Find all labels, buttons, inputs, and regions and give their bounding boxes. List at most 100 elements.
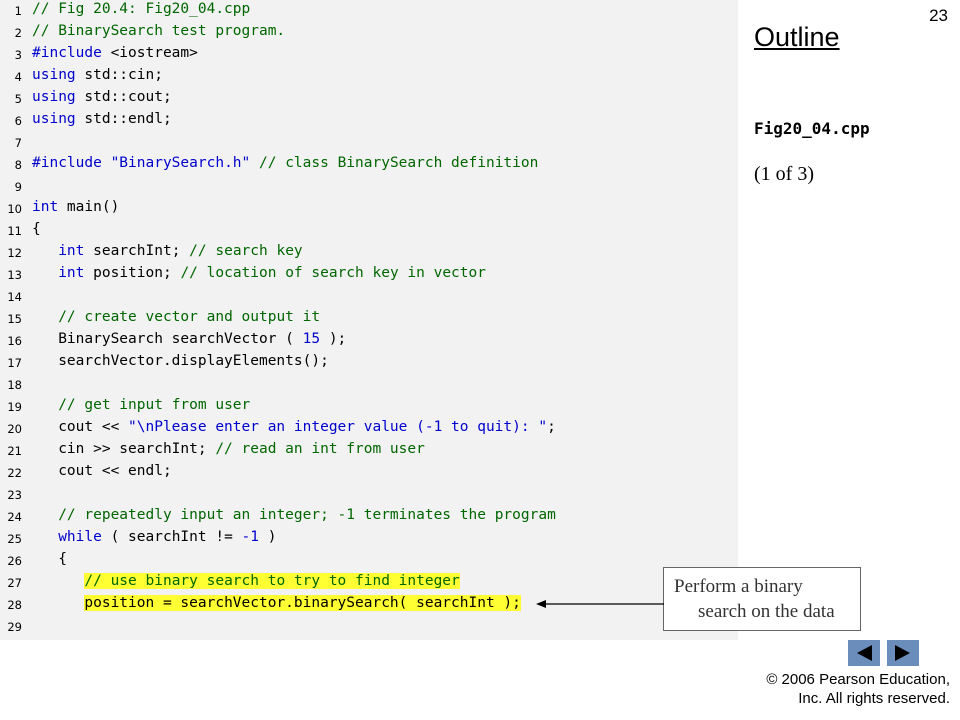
line-number: 7 [14,136,22,150]
code-line: 29 [0,616,738,638]
line-number: 28 [7,598,22,612]
code-token: // use binary search to try to find inte… [84,573,460,589]
copyright-line2: Inc. All rights reserved. [798,690,950,707]
line-number: 10 [7,202,22,216]
code-line: 21 cin >> searchInt; // read an int from… [0,440,738,462]
code-text: // repeatedly input an integer; -1 termi… [32,507,556,523]
code-text: #include "BinarySearch.h" // class Binar… [32,155,538,171]
code-line: 20 cout << "\nPlease enter an integer va… [0,418,738,440]
line-number: 29 [7,620,22,634]
code-token: #include [32,45,102,61]
code-token: // repeatedly input an integer; -1 termi… [58,507,556,523]
callout-text-line2: search on the data [698,601,835,622]
code-token: // class BinarySearch definition [259,155,539,171]
code-token: BinarySearch searchVector ( [32,331,303,347]
previous-slide-button[interactable] [848,640,880,666]
code-token: std::cout; [75,89,172,105]
code-line: 17 searchVector.displayElements(); [0,352,738,374]
line-number: 2 [14,26,22,40]
code-text: using std::endl; [32,111,172,127]
code-token: // BinarySearch test program. [32,23,286,39]
line-number: 25 [7,532,22,546]
code-text: // Fig 20.4: Fig20_04.cpp [32,1,250,17]
code-token: ; [547,419,556,435]
line-number: 9 [14,180,22,194]
line-number: 18 [7,378,22,392]
code-line: 23 [0,484,738,506]
line-number: 4 [14,70,22,84]
file-name: Fig20_04.cpp [754,119,870,138]
code-text: using std::cout; [32,89,172,105]
copyright-line1: © 2006 Pearson Education, [766,671,950,688]
code-line: 22 cout << endl; [0,462,738,484]
code-token: std::endl; [75,111,172,127]
code-text: int searchInt; // search key [32,243,303,259]
code-line: 7 [0,132,738,154]
line-number: 19 [7,400,22,414]
code-line: 14 [0,286,738,308]
line-number: 26 [7,554,22,568]
line-number: 8 [14,158,22,172]
line-number: 6 [14,114,22,128]
code-token: cout << endl; [32,463,172,479]
callout-box: Perform a binary search on the data [663,567,861,631]
code-token: int [32,199,59,215]
line-number: 5 [14,92,22,106]
copyright-notice: © 2006 Pearson Education, Inc. All right… [766,670,950,708]
code-token: using [32,89,76,105]
triangle-right-icon [895,645,910,661]
next-slide-button[interactable] [887,640,919,666]
code-line: 5 using std::cout; [0,88,738,110]
code-token: int [58,243,85,259]
code-token: "\nPlease enter an integer value (-1 to … [128,419,548,435]
callout-text-line1: Perform a binary [674,576,803,597]
code-line: 12 int searchInt; // search key [0,242,738,264]
code-line: 6 using std::endl; [0,110,738,132]
code-text: // create vector and output it [32,309,320,325]
code-token: { [32,551,67,567]
code-token: cin >> searchInt; [32,441,216,457]
line-number: 12 [7,246,22,260]
code-token: ( searchInt != [101,529,242,545]
code-line: 19 // get input from user [0,396,738,418]
code-text: using std::cin; [32,67,163,83]
code-listing: 1 // Fig 20.4: Fig20_04.cpp 2 // BinarySear… [0,0,738,640]
code-token: ); [320,331,347,347]
code-text: // get input from user [32,397,250,413]
code-line: 27 // use binary search to try to find i… [0,572,738,594]
code-line: 18 [0,374,738,396]
code-token: -1 [241,529,260,545]
code-line: 4 using std::cin; [0,66,738,88]
line-number: 16 [7,334,22,348]
code-line: 9 [0,176,738,198]
code-token: // location of search key in vector [180,265,486,281]
code-token: using [32,111,76,127]
code-token: // search key [189,243,303,259]
outline-link[interactable]: Outline [754,22,840,53]
code-token: "BinarySearch.h" [110,155,251,171]
page-indicator: (1 of 3) [754,163,814,185]
code-text: BinarySearch searchVector ( 15 ); [32,331,346,347]
line-number: 24 [7,510,22,524]
code-line: 8 #include "BinarySearch.h" // class Bina… [0,154,738,176]
code-text: int main() [32,199,119,215]
code-line: 10 int main() [0,198,738,220]
code-text: #include <iostream> [32,45,198,61]
line-number: 13 [7,268,22,282]
line-number: 20 [7,422,22,436]
slide-number: 23 [929,6,948,25]
code-token: main() [58,199,120,215]
line-number: 22 [7,466,22,480]
code-text: position = searchVector.binarySearch( se… [32,595,521,611]
line-number: 15 [7,312,22,326]
code-token: searchVector.displayElements(); [32,353,329,369]
code-token: using [32,67,76,83]
